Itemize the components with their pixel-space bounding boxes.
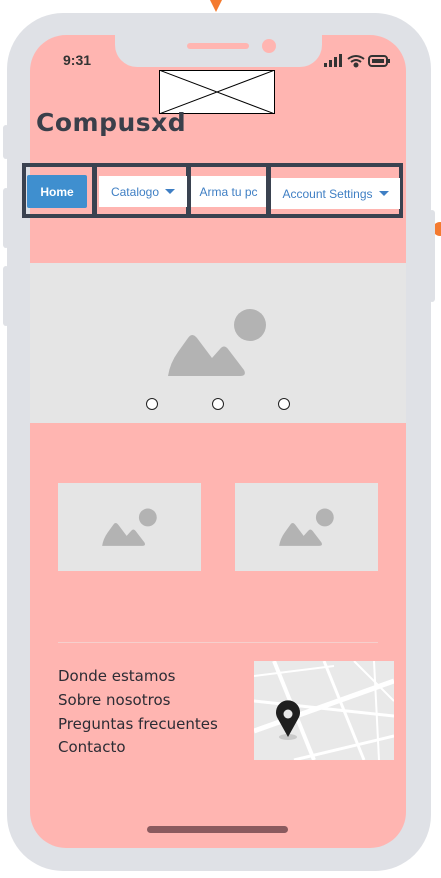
image-icon [102, 508, 157, 546]
map-streets [254, 661, 394, 760]
phone-volume-down [3, 266, 9, 326]
nav-catalogo-label: Catalogo [110, 184, 160, 199]
footer-link-preguntas-frecuentes[interactable]: Preguntas frecuentes [58, 715, 218, 733]
footer-link-contacto[interactable]: Contacto [58, 738, 126, 756]
phone-volume-up [3, 188, 9, 248]
nav-account-settings-label: Account Settings [282, 186, 373, 201]
nav-arma-tu-pc-label: Arma tu pc [199, 184, 258, 199]
nav-home-button[interactable]: Home [27, 175, 87, 208]
caret-down-icon [378, 191, 389, 196]
nav-arma-tu-pc-button[interactable]: Arma tu pc [191, 176, 266, 207]
status-time: 9:31 [63, 52, 92, 68]
carousel-indicator-3[interactable] [278, 398, 290, 410]
nav-home-label: Home [40, 184, 74, 199]
nav-catalogo-dropdown[interactable]: Catalogo [99, 176, 187, 207]
image-icon [279, 508, 334, 546]
nav-separator [92, 163, 97, 218]
nav-account-settings-dropdown[interactable]: Account Settings [271, 178, 400, 209]
status-icons [324, 54, 390, 68]
wifi-icon [347, 55, 365, 68]
phone-power-button [429, 210, 435, 302]
orange-marker [210, 0, 222, 12]
carousel-indicator-2[interactable] [212, 398, 224, 410]
battery-icon [368, 55, 390, 67]
speaker-grille [187, 43, 249, 49]
phone-notch [115, 35, 322, 67]
location-map[interactable] [254, 661, 394, 760]
home-indicator[interactable] [147, 826, 288, 833]
signal-icon [324, 54, 342, 67]
footer-divider [58, 642, 378, 643]
image-icon [168, 309, 266, 376]
phone-mute-switch [3, 125, 9, 159]
carousel-indicator-1[interactable] [146, 398, 158, 410]
front-camera [262, 39, 276, 53]
footer-link-donde-estamos[interactable]: Donde estamos [58, 667, 175, 685]
footer-link-sobre-nosotros[interactable]: Sobre nosotros [58, 691, 170, 709]
caret-down-icon [165, 189, 176, 194]
brand-title: Compusxd [36, 108, 187, 137]
